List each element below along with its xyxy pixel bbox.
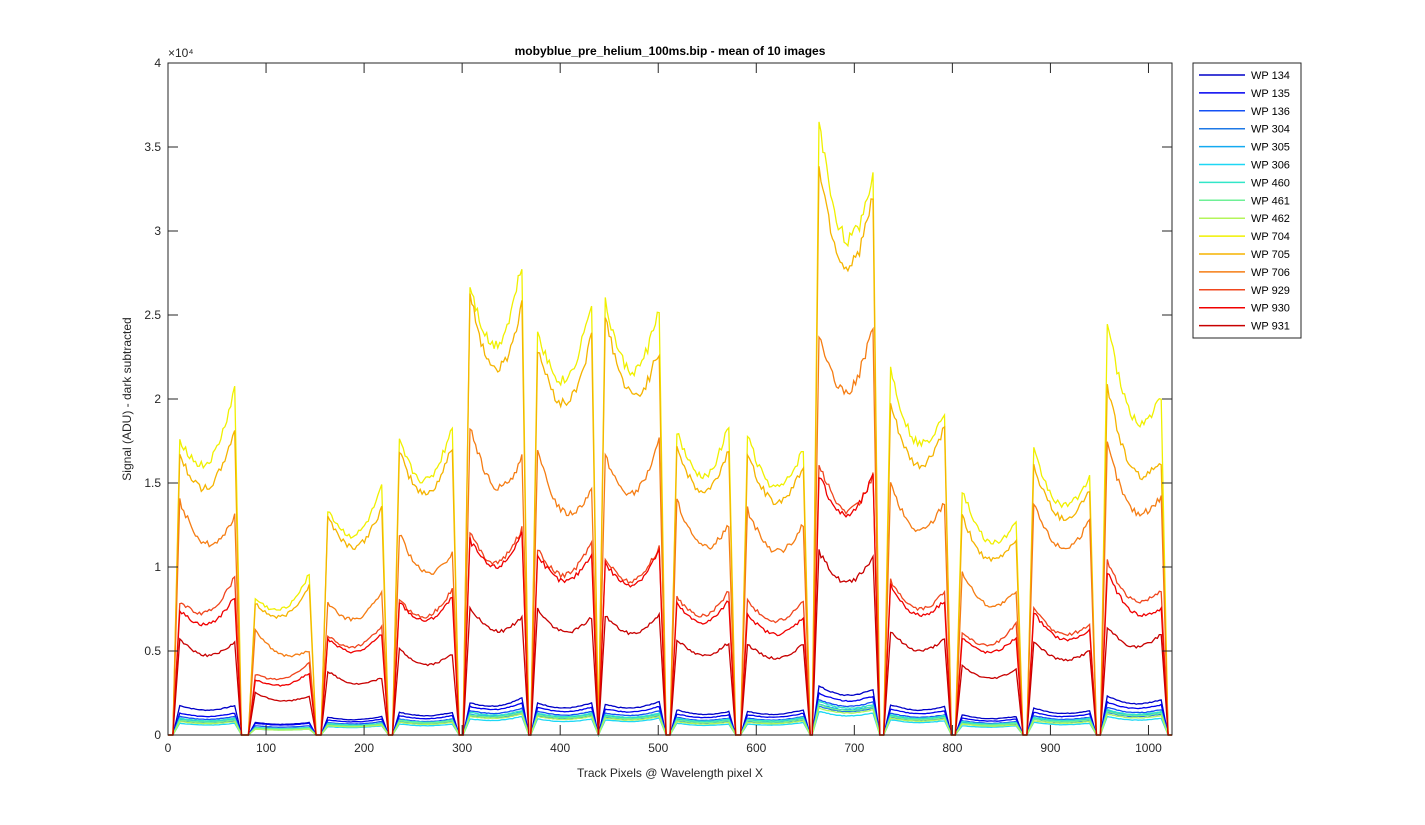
line-chart: 0 100 200 300 400 500 600 700 800 900 1000 0 0.5 1 1.… [0, 0, 1425, 825]
x-tick-label: 300 [452, 741, 472, 755]
x-tick-label: 1000 [1135, 741, 1162, 755]
legend: WP 134 WP 135 WP 136 WP 304 WP 305 WP 306 WP 4… [1192, 62, 1302, 339]
legend-label: WP 136 [1251, 106, 1290, 118]
y-tick-label: 1.5 [144, 476, 161, 490]
y-tick-label: 1 [154, 560, 161, 574]
legend-label: WP 134 [1251, 70, 1290, 82]
x-axis-label: Track Pixels @ Wavelength pixel X [577, 766, 763, 780]
y-tick-label: 3 [154, 224, 161, 238]
x-tick-label: 800 [942, 741, 962, 755]
legend-label: WP 304 [1251, 124, 1290, 136]
legend-label: WP 931 [1251, 321, 1290, 333]
x-tick-label: 400 [550, 741, 570, 755]
legend-label: WP 462 [1251, 213, 1290, 225]
legend-label: WP 929 [1251, 285, 1290, 297]
x-tick-label: 900 [1040, 741, 1060, 755]
y-tick-label: 2 [154, 392, 161, 406]
plot-area [168, 63, 1172, 735]
y-tick-label: 0.5 [144, 644, 161, 658]
legend-label: WP 460 [1251, 177, 1290, 189]
y-tick-label: 4 [154, 56, 161, 70]
x-tick-label: 0 [165, 741, 172, 755]
y-tick-label: 0 [154, 728, 161, 742]
x-tick-label: 200 [354, 741, 374, 755]
legend-label: WP 706 [1251, 267, 1290, 279]
legend-label: WP 135 [1251, 88, 1290, 100]
legend-label: WP 930 [1251, 303, 1290, 315]
legend-label: WP 306 [1251, 160, 1290, 172]
x-tick-label: 600 [746, 741, 766, 755]
x-tick-label: 100 [256, 741, 276, 755]
y-tick-label: 3.5 [144, 140, 161, 154]
y-axis-label: Signal (ADU) - dark subtracted [120, 317, 134, 480]
legend-label: WP 705 [1251, 249, 1290, 261]
y-axis-multiplier: ×10⁴ [168, 46, 194, 60]
chart-title: mobyblue_pre_helium_100ms.bip - mean of … [515, 44, 826, 58]
legend-label: WP 461 [1251, 195, 1290, 207]
legend-label: WP 704 [1251, 231, 1290, 243]
y-tick-label: 2.5 [144, 308, 161, 322]
legend-label: WP 305 [1251, 142, 1290, 154]
x-tick-label: 700 [844, 741, 864, 755]
x-tick-label: 500 [648, 741, 668, 755]
